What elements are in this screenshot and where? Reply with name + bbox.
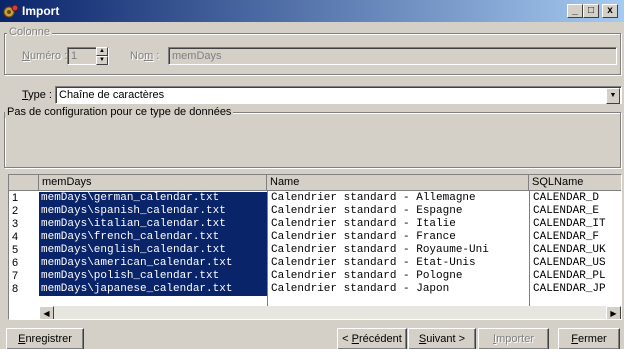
column-header-memdays[interactable]: memDays [39,175,267,191]
cell-name[interactable]: Calendrier standard - Allemagne [269,192,529,205]
cell-sqlname[interactable]: CALENDAR_US [531,257,621,270]
enregistrer-button[interactable]: Enregistrer [6,328,84,349]
cell-memdays[interactable]: memDays\japanese_calendar.txt [39,283,267,296]
spin-up-icon[interactable]: ▲ [96,47,108,56]
column-header-sqlname[interactable]: SQLName [529,175,621,191]
suivant-button[interactable]: Suivant > [408,328,476,349]
cell-sqlname[interactable]: CALENDAR_F [531,231,621,244]
cell-memdays[interactable]: memDays\french_calendar.txt [39,231,267,244]
cell-sqlname[interactable]: CALENDAR_IT [531,218,621,231]
cell-name[interactable]: Calendrier standard - Etat-Unis [269,257,529,270]
type-label: Type : [22,89,52,101]
row-number[interactable]: 4 [9,231,39,244]
title-bar: Import _ □ x [0,0,624,22]
colonne-legend: Colonne [7,26,52,38]
cell-memdays[interactable]: memDays\spanish_calendar.txt [39,205,267,218]
row-number[interactable]: 3 [9,218,39,231]
nom-field[interactable]: memDays [168,47,617,65]
row-number[interactable]: 7 [9,270,39,283]
import-gear-icon [3,4,19,18]
config-legend: Pas de configuration pour ce type de don… [5,106,234,118]
cell-sqlname[interactable]: CALENDAR_D [531,192,621,205]
nom-label: Nom : [130,50,160,62]
row-number[interactable]: 8 [9,283,39,296]
window-title: Import [22,4,60,18]
cell-name[interactable]: Calendrier standard - Japon [269,283,529,296]
config-group [4,112,621,168]
column-separator [267,191,268,306]
numero-value: 1 [71,50,78,62]
column-separator [529,191,530,306]
minimize-button[interactable]: _ [567,4,583,18]
cell-name[interactable]: Calendrier standard - Espagne [269,205,529,218]
cell-sqlname[interactable]: CALENDAR_JP [531,283,621,296]
row-number[interactable]: 6 [9,257,39,270]
row-number[interactable]: 2 [9,205,39,218]
maximize-button[interactable]: □ [583,4,599,18]
nom-value: memDays [172,50,222,62]
row-number[interactable]: 1 [9,192,39,205]
row-number[interactable]: 5 [9,244,39,257]
scroll-left-icon[interactable]: ◀ [39,306,54,319]
numero-label: Numéro : [22,50,68,62]
importer-button[interactable]: Importer [478,328,549,349]
fermer-button[interactable]: Fermer [558,328,620,349]
cell-name[interactable]: Calendrier standard - Pologne [269,270,529,283]
numero-spinner[interactable]: ▲ ▼ [96,47,108,65]
column-header-name[interactable]: Name [267,175,529,191]
precedent-button[interactable]: < Précédent [337,328,407,349]
type-value: Chaîne de caractères [59,89,165,101]
cell-name[interactable]: Calendrier standard - Royaume-Uni [269,244,529,257]
cell-memdays[interactable]: memDays\german_calendar.txt [39,192,267,205]
cell-name[interactable]: Calendrier standard - Italie [269,218,529,231]
chevron-down-icon[interactable]: ▼ [606,88,620,104]
cell-sqlname[interactable]: CALENDAR_E [531,205,621,218]
cell-memdays[interactable]: memDays\italian_calendar.txt [39,218,267,231]
cell-sqlname[interactable]: CALENDAR_PL [531,270,621,283]
cell-name[interactable]: Calendrier standard - France [269,231,529,244]
spin-down-icon[interactable]: ▼ [96,56,108,65]
scroll-right-icon[interactable]: ▶ [606,306,621,319]
data-grid[interactable]: memDays Name SQLName 1 memDays\german_cal… [8,174,622,320]
cell-memdays[interactable]: memDays\polish_calendar.txt [39,270,267,283]
close-button[interactable]: x [602,4,618,18]
horizontal-scrollbar[interactable]: ◀ ▶ [39,306,621,319]
type-select[interactable]: Chaîne de caractères ▼ [55,86,622,104]
cell-memdays[interactable]: memDays\english_calendar.txt [39,244,267,257]
cell-sqlname[interactable]: CALENDAR_UK [531,244,621,257]
grid-corner [9,175,39,191]
cell-memdays[interactable]: memDays\american_calendar.txt [39,257,267,270]
